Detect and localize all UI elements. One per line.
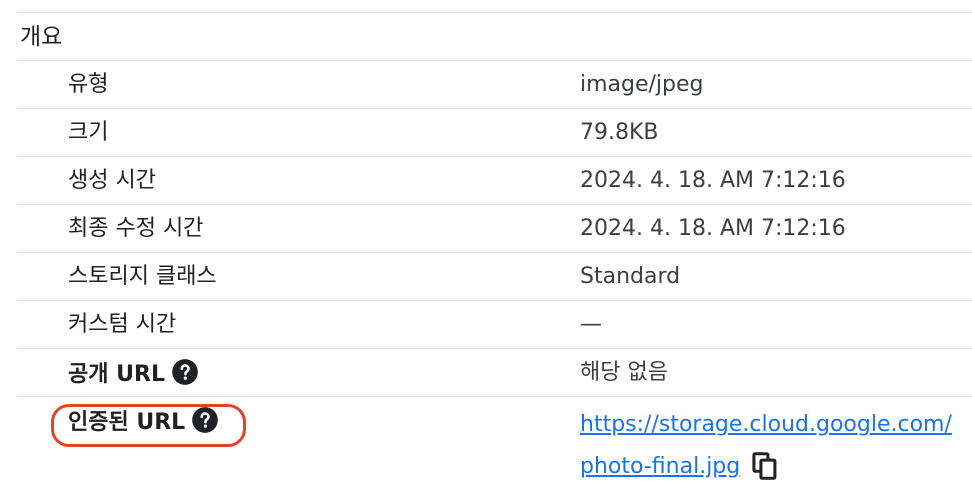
authenticated-url-link-block: https://storage.cloud.google.com/ photo-…	[580, 404, 972, 488]
row-created-time: 생성 시간 2024. 4. 18. AM 7:12:16	[18, 156, 972, 204]
row-storage-class: 스토리지 클래스 Standard	[18, 252, 972, 300]
row-value: Standard	[580, 264, 681, 289]
row-public-url: 공개 URL 해당 없음	[18, 348, 972, 396]
authenticated-url-link-part1[interactable]: https://storage.cloud.google.com/	[580, 412, 952, 437]
row-label: 최종 수정 시간	[68, 216, 204, 241]
authenticated-url-link-part2[interactable]: photo-final.jpg	[580, 454, 740, 479]
row-updated-time: 최종 수정 시간 2024. 4. 18. AM 7:12:16	[18, 204, 972, 252]
row-value: 2024. 4. 18. AM 7:12:16	[580, 168, 846, 193]
row-label: 유형	[68, 72, 109, 97]
row-value: 2024. 4. 18. AM 7:12:16	[580, 216, 846, 241]
row-label: 커스텀 시간	[68, 312, 177, 337]
row-authenticated-url: 인증된 URL https://storage.cloud.google.com…	[18, 396, 972, 488]
object-overview-panel: 개요 유형 image/jpeg 크기 79.8KB 생성 시간 2024. 4…	[18, 0, 972, 498]
row-label: 크기	[68, 120, 109, 145]
overview-table: 유형 image/jpeg 크기 79.8KB 생성 시간 2024. 4. 1…	[18, 60, 972, 488]
section-title: 개요	[20, 24, 63, 50]
row-label-authenticated-url: 인증된 URL	[68, 406, 219, 438]
row-label: 스토리지 클래스	[68, 264, 217, 289]
copy-icon[interactable]	[752, 452, 778, 480]
public-url-label: 공개 URL	[68, 362, 165, 387]
authenticated-url-label: 인증된 URL	[68, 410, 186, 435]
row-size: 크기 79.8KB	[18, 108, 972, 156]
row-label-public-url: 공개 URL	[68, 358, 199, 390]
help-icon[interactable]	[191, 406, 219, 434]
top-divider	[18, 12, 972, 13]
row-value: 해당 없음	[580, 360, 668, 385]
row-value: image/jpeg	[580, 72, 704, 97]
row-label: 생성 시간	[68, 168, 156, 193]
row-custom-time: 커스텀 시간 —	[18, 300, 972, 348]
row-value: 79.8KB	[580, 120, 659, 145]
row-type: 유형 image/jpeg	[18, 60, 972, 108]
row-value: —	[580, 312, 602, 337]
help-icon[interactable]	[171, 358, 199, 386]
